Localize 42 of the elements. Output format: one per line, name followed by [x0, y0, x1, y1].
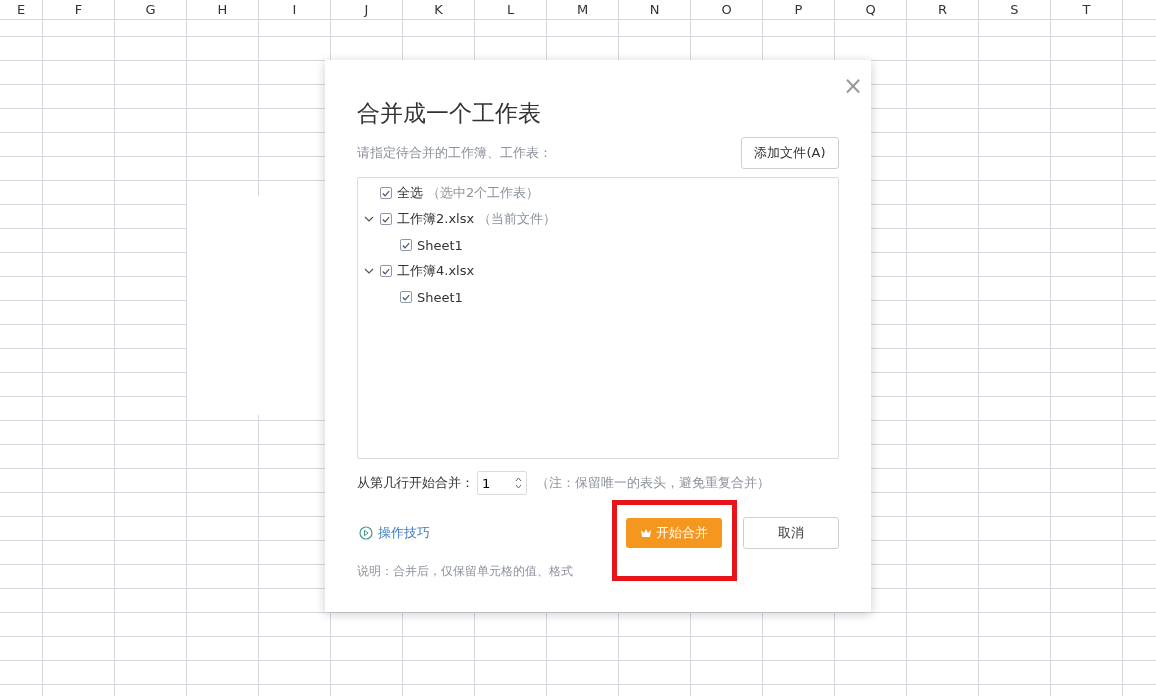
- column-header[interactable]: R: [907, 0, 979, 19]
- column-header[interactable]: T: [1051, 0, 1123, 19]
- checkbox[interactable]: [380, 213, 392, 225]
- column-header[interactable]: Q: [835, 0, 907, 19]
- tips-link[interactable]: 操作技巧: [378, 524, 430, 542]
- start-row-field[interactable]: 1: [477, 471, 527, 495]
- column-header[interactable]: S: [979, 0, 1051, 19]
- footnote-text: 说明：合并后，仅保留单元格的值、格式: [357, 563, 574, 580]
- tree-item-note: （当前文件）: [478, 210, 557, 228]
- tree-item-label[interactable]: 全选: [397, 184, 423, 202]
- column-header[interactable]: H: [187, 0, 259, 19]
- column-header[interactable]: I: [259, 0, 331, 19]
- column-header[interactable]: O: [691, 0, 763, 19]
- column-header[interactable]: P: [763, 0, 835, 19]
- start-row-note: （注：保留唯一的表头，避免重复合并）: [536, 474, 770, 492]
- checkbox[interactable]: [380, 187, 392, 199]
- dialog-title: 合并成一个工作表: [357, 99, 542, 128]
- tree-item-note: （选中2个工作表）: [427, 184, 540, 202]
- start-row-label: 从第几行开始合并：: [357, 474, 474, 492]
- crown-icon: [640, 528, 652, 538]
- column-header[interactable]: G: [115, 0, 187, 19]
- tree-item-label[interactable]: Sheet1: [417, 289, 463, 305]
- column-header[interactable]: E: [0, 0, 43, 19]
- checkbox[interactable]: [400, 291, 412, 303]
- tree-item-label[interactable]: 工作簿2.xlsx: [397, 210, 475, 228]
- column-header[interactable]: L: [475, 0, 547, 19]
- add-file-button[interactable]: 添加文件(A): [741, 137, 839, 169]
- checkbox[interactable]: [400, 239, 412, 251]
- column-header[interactable]: M: [547, 0, 619, 19]
- column-header[interactable]: F: [43, 0, 115, 19]
- chevron-down-icon[interactable]: [364, 214, 374, 224]
- checkbox[interactable]: [380, 265, 392, 277]
- chevron-down-icon[interactable]: [364, 266, 374, 276]
- spinner-arrows-icon[interactable]: [515, 476, 522, 490]
- play-circle-icon: [359, 526, 373, 540]
- column-header[interactable]: J: [331, 0, 403, 19]
- instruction-text: 请指定待合并的工作簿、工作表：: [357, 144, 552, 162]
- column-header[interactable]: N: [619, 0, 691, 19]
- cancel-button[interactable]: 取消: [743, 517, 839, 549]
- tree-item-label[interactable]: Sheet1: [417, 237, 463, 253]
- tree-item-label[interactable]: 工作簿4.xlsx: [397, 262, 475, 280]
- column-header[interactable]: K: [403, 0, 475, 19]
